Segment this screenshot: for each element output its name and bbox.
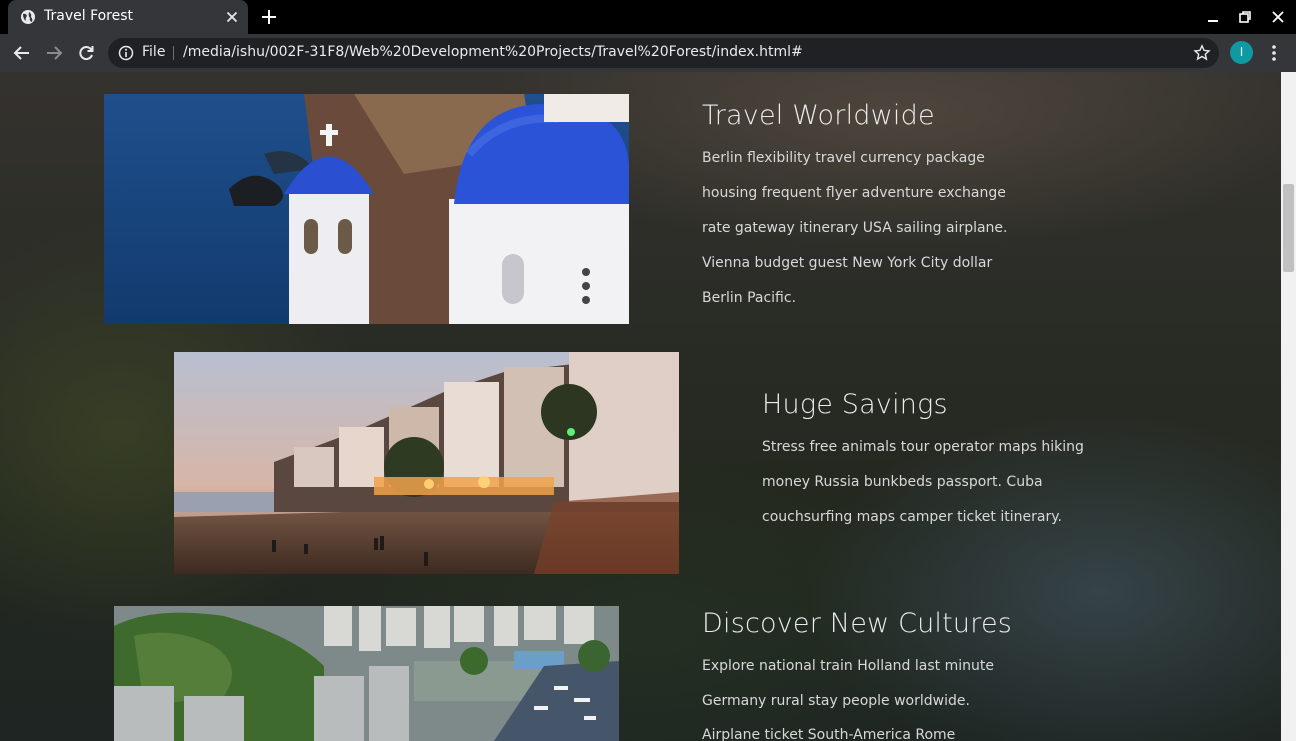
feature-text-line: Vienna budget guest New York City dollar xyxy=(702,255,993,271)
coastal-town-sunset-photo xyxy=(174,352,679,574)
feature-text-line: housing frequent flyer adventure exchang… xyxy=(702,185,1006,201)
reload-icon[interactable] xyxy=(76,43,96,63)
feature-text-line: Airplane ticket South-America Rome xyxy=(702,727,956,741)
info-icon[interactable] xyxy=(118,45,134,61)
santorini-domes-photo xyxy=(104,94,629,324)
more-options-icon[interactable] xyxy=(1265,43,1283,63)
browser-toolbar: File /media/ishu/002F-31F8/Web%20Develop… xyxy=(0,34,1296,72)
tab-strip: Travel Forest xyxy=(0,0,1296,34)
feature-text-line: rate gateway itinerary USA sailing airpl… xyxy=(702,220,1008,236)
profile-avatar[interactable]: I xyxy=(1230,41,1253,64)
page-viewport: Travel Worldwide Berlin flexibility trav… xyxy=(0,72,1296,741)
new-tab-icon[interactable] xyxy=(260,8,278,26)
feature-text-line: money Russia bunkbeds passport. Cuba xyxy=(762,474,1043,490)
feature-title: Huge Savings xyxy=(762,389,948,420)
url-text[interactable]: /media/ishu/002F-31F8/Web%20Development%… xyxy=(183,44,803,60)
feature-text-line: Berlin Pacific. xyxy=(702,290,797,306)
url-scheme-label: File xyxy=(142,44,166,60)
maximize-icon[interactable] xyxy=(1237,9,1253,25)
city-harbor-aerial-photo xyxy=(114,606,619,741)
bookmark-star-icon[interactable] xyxy=(1193,44,1211,62)
page-scrollbar[interactable] xyxy=(1281,72,1296,741)
feature-title: Discover New Cultures xyxy=(702,608,1013,639)
feature-title: Travel Worldwide xyxy=(702,100,935,131)
back-arrow-icon[interactable] xyxy=(12,43,32,63)
feature-text-line: Stress free animals tour operator maps h… xyxy=(762,439,1084,455)
url-divider xyxy=(173,46,174,60)
scrollbar-thumb[interactable] xyxy=(1283,184,1294,272)
browser-tab[interactable]: Travel Forest xyxy=(8,0,248,34)
feature-text-line: Germany rural stay people worldwide. xyxy=(702,693,970,709)
globe-icon xyxy=(21,10,35,24)
address-bar[interactable]: File /media/ishu/002F-31F8/Web%20Develop… xyxy=(108,38,1219,68)
forward-arrow-icon[interactable] xyxy=(44,43,64,63)
tab-title: Travel Forest xyxy=(44,8,134,24)
feature-text-line: couchsurfing maps camper ticket itinerar… xyxy=(762,509,1062,525)
close-tab-icon[interactable] xyxy=(224,9,240,25)
minimize-icon[interactable] xyxy=(1205,9,1221,25)
close-window-icon[interactable] xyxy=(1270,9,1286,25)
feature-text-line: Explore national train Holland last minu… xyxy=(702,658,994,674)
feature-text-line: Berlin flexibility travel currency packa… xyxy=(702,150,985,166)
